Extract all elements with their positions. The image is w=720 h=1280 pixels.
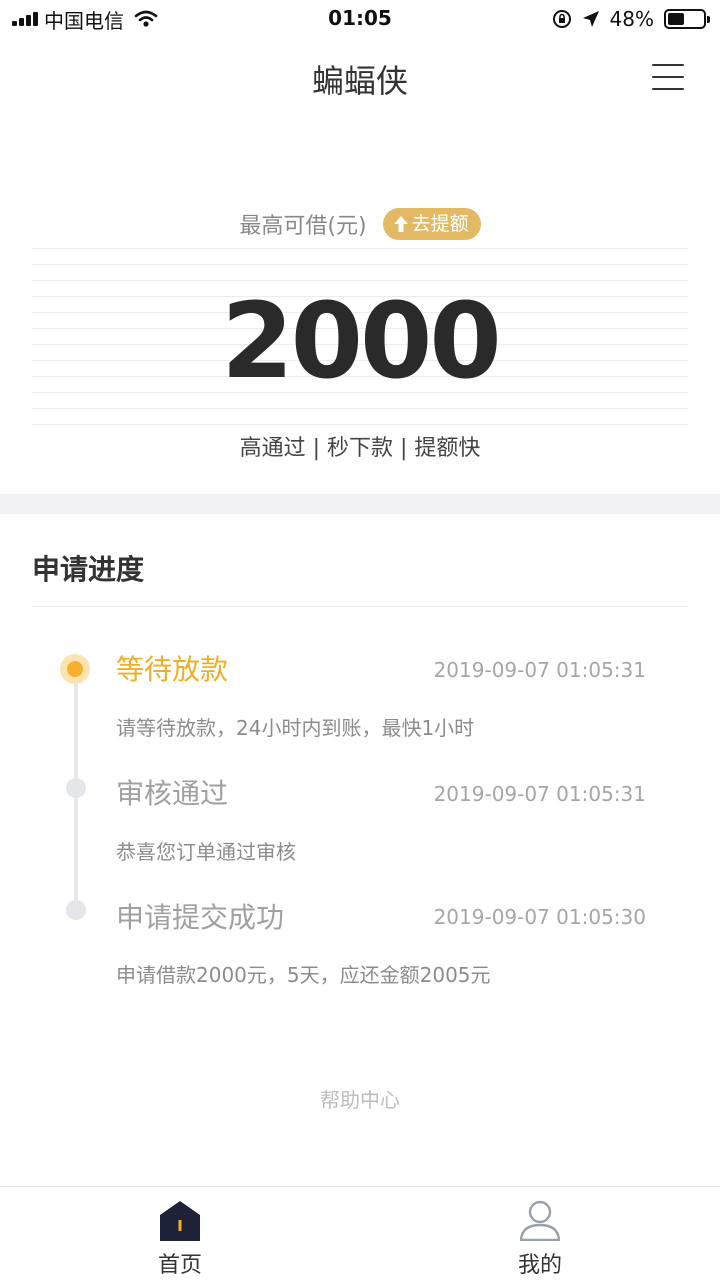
tab-home-label: 首页 bbox=[157, 1253, 202, 1278]
limit-label-row: 最高可借(元) 去提额 bbox=[0, 208, 720, 240]
step-title: 申请提交成功 bbox=[116, 901, 285, 934]
location-icon bbox=[582, 11, 599, 27]
timeline-dot-active bbox=[60, 654, 90, 684]
nav-bar: 蝙蝠侠 bbox=[0, 38, 720, 118]
credit-limit-card: 最高可借(元) 去提额 2000 高通过 | 秒下款 | 提额快 bbox=[0, 118, 720, 494]
step-description: 申请借款2000元，5天，应还金额2005元 bbox=[116, 963, 491, 987]
battery-fill bbox=[668, 13, 685, 25]
limit-amount: 2000 bbox=[221, 280, 501, 402]
page-title: 蝙蝠侠 bbox=[311, 62, 408, 100]
tab-mine-label: 我的 bbox=[517, 1253, 562, 1278]
rotation-lock-icon bbox=[552, 10, 571, 28]
home-icon bbox=[160, 1201, 200, 1241]
step-title: 等待放款 bbox=[116, 653, 229, 686]
progress-title: 申请进度 bbox=[32, 553, 145, 586]
step-description: 恭喜您订单通过审核 bbox=[116, 840, 296, 864]
step-time: 2019-09-07 01:05:30 bbox=[433, 905, 646, 929]
raise-limit-button[interactable]: 去提额 bbox=[382, 208, 481, 240]
battery-percent: 48% bbox=[609, 7, 654, 31]
timeline-dot bbox=[66, 778, 86, 798]
battery-icon bbox=[664, 9, 710, 29]
tab-mine[interactable]: 我的 bbox=[480, 1199, 600, 1279]
divider bbox=[32, 606, 688, 607]
step-time: 2019-09-07 01:05:31 bbox=[433, 782, 646, 806]
tab-home[interactable]: 首页 bbox=[120, 1199, 240, 1279]
limit-tagline: 高通过 | 秒下款 | 提额快 bbox=[239, 436, 481, 461]
status-right: 48% bbox=[552, 6, 710, 32]
step-title: 审核通过 bbox=[116, 777, 229, 810]
step-time: 2019-09-07 01:05:31 bbox=[433, 658, 646, 682]
help-center-link[interactable]: 帮助中心 bbox=[0, 1084, 720, 1113]
limit-label: 最高可借(元) bbox=[239, 214, 367, 239]
timeline-dot bbox=[66, 900, 86, 920]
status-bar: 中国电信 01:05 48% bbox=[0, 0, 720, 38]
step-description: 请等待放款，24小时内到账，最快1小时 bbox=[116, 716, 475, 740]
tab-bar: 首页 我的 bbox=[0, 1186, 720, 1280]
arrow-up-icon bbox=[393, 216, 408, 232]
section-separator bbox=[0, 494, 720, 514]
raise-limit-label: 去提额 bbox=[411, 213, 469, 235]
menu-icon[interactable] bbox=[652, 64, 684, 90]
user-icon bbox=[519, 1200, 561, 1241]
